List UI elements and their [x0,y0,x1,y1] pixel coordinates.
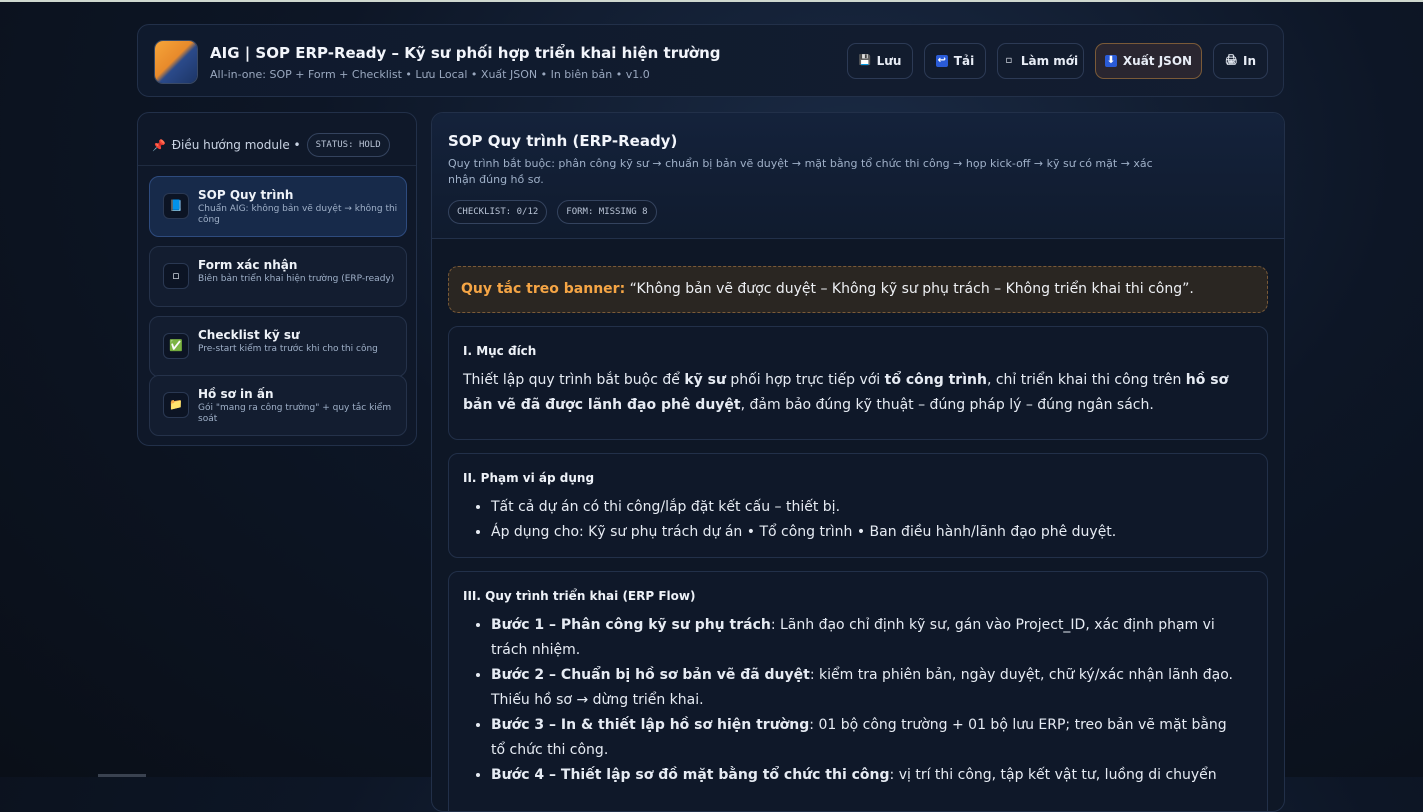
section-erp-flow: III. Quy trình triển khai (ERP Flow) Bướ… [448,571,1268,811]
section-purpose: I. Mục đích Thiết lập quy trình bắt buộc… [448,326,1268,440]
text-run-bold: kỹ sư [684,372,726,388]
step-label: Bước 3 – In & thiết lập hồ sơ hiện trườn… [491,717,810,733]
step-label: Bước 2 – Chuẩn bị hồ sơ bản vẽ đã duyệt [491,667,810,683]
app-header: AIG | SOP ERP-Ready – Kỹ sư phối hợp tri… [137,24,1284,97]
section-scope: II. Phạm vi áp dụng Tất cả dự án có thi … [448,453,1268,558]
save-button-label: Lưu [876,54,902,68]
sidebar-item-title: Form xác nhận [198,258,298,272]
banner-text: “Không bản vẽ được duyệt – Không kỹ sư p… [625,281,1194,297]
print-button[interactable]: 🖨 In [1213,43,1268,79]
sidebar-divider [138,165,416,166]
app-logo [155,41,197,83]
banner-label: Quy tắc treo banner: [461,281,626,297]
sidebar-item-checklist[interactable]: ✅ Checklist kỹ sư Pre-start kiểm tra trư… [149,316,407,377]
section-title: II. Phạm vi áp dụng [463,471,595,485]
sidebar-item-form[interactable]: ▫ Form xác nhận Biên bản triển khai hiện… [149,246,407,307]
banner-rule: Quy tắc treo banner: “Không bản vẽ được … [448,266,1268,313]
list-item: Bước 3 – In & thiết lập hồ sơ hiện trườn… [491,713,1241,763]
load-button[interactable]: ↩ Tải [924,43,986,79]
list-item: Bước 1 – Phân công kỹ sư phụ trách: Lãnh… [491,613,1241,663]
download-icon: ⬇ [1104,55,1117,67]
load-button-label: Tải [953,54,975,68]
refresh-button[interactable]: ▫ Làm mới [997,43,1084,79]
main-header: SOP Quy trình (ERP-Ready) Quy trình bắt … [432,113,1284,239]
sidebar-item-title: Checklist kỹ sư [198,328,300,342]
steps-list: Bước 1 – Phân công kỹ sư phụ trách: Lãnh… [449,613,1241,788]
sidebar-item-title: Hồ sơ in ấn [198,387,274,401]
app-subtitle: All-in-one: SOP + Form + Checklist • Lưu… [210,68,650,81]
sidebar-item-print-docs[interactable]: 📁 Hồ sơ in ấn Gói "mang ra công trường" … [149,375,407,436]
export-json-button[interactable]: ⬇ Xuất JSON [1095,43,1202,79]
page-description: Quy trình bắt buộc: phân công kỹ sư → ch… [448,157,1153,186]
text-run: , chỉ triển khai thi công trên [986,372,1186,388]
step-label: Bước 1 – Phân công kỹ sư phụ trách [491,617,771,633]
text-run: Thiết lập quy trình bắt buộc để [463,372,685,388]
pin-icon: 📌 [152,138,166,152]
window-top-edge [0,0,1423,2]
sidebar-item-desc: Chuẩn AIG: không bản vẽ duyệt → không th… [198,204,398,225]
sidebar-item-title: SOP Quy trình [198,188,294,202]
section-body: Thiết lập quy trình bắt buộc để kỹ sư ph… [463,368,1253,418]
checkmark-icon: ✅ [163,333,189,359]
app-title: AIG | SOP ERP-Ready – Kỹ sư phối hợp tri… [210,44,721,62]
printer-icon: 🖨 [1224,55,1238,66]
text-run: phối hợp trực tiếp với [725,372,885,388]
list-item: Tất cả dự án có thi công/lắp đặt kết cấu… [491,495,1241,520]
progress-badges: CHECKLIST: 0/12 FORM: MISSING 8 [448,200,657,224]
sidebar-item-sop[interactable]: 📘 SOP Quy trình Chuẩn AIG: không bản vẽ … [149,176,407,237]
sidebar-item-desc: Gói "mang ra công trường" + quy tắc kiểm… [198,403,392,424]
refresh-button-label: Làm mới [1020,54,1079,68]
checklist-badge: CHECKLIST: 0/12 [448,200,548,224]
status-badge: STATUS: HOLD [306,133,390,157]
load-icon: ↩ [935,55,948,67]
section-title: III. Quy trình triển khai (ERP Flow) [463,589,696,603]
save-icon: 💾 [858,55,872,66]
page-title: SOP Quy trình (ERP-Ready) [448,132,678,150]
export-json-button-label: Xuất JSON [1122,54,1193,68]
module-sidebar: 📌 Điều hướng module • STATUS: HOLD 📘 SOP… [137,112,417,446]
sidebar-item-desc: Biên bản triển khai hiện trường (ERP-rea… [198,274,395,284]
step-label: Bước 4 – Thiết lập sơ đồ mặt bằng tổ chứ… [491,767,890,783]
main-panel: SOP Quy trình (ERP-Ready) Quy trình bắt … [431,112,1285,812]
book-icon: 📘 [163,193,189,219]
scope-list: Tất cả dự án có thi công/lắp đặt kết cấu… [449,495,1241,545]
step-text: : vị trí thi công, tập kết vật tư, luồng… [889,767,1217,783]
sidebar-heading-label: Điều hướng module • [171,138,301,152]
save-button[interactable]: 💾 Lưu [847,43,913,79]
print-button-label: In [1242,54,1256,68]
text-run: , đảm bảo đúng kỹ thuật – đúng pháp lý –… [740,397,1154,413]
form-badge: FORM: MISSING 8 [557,200,657,224]
folder-icon: 📁 [163,392,189,418]
list-item: Bước 4 – Thiết lập sơ đồ mặt bằng tổ chứ… [491,763,1241,788]
form-icon: ▫ [163,263,189,289]
sidebar-heading: 📌 Điều hướng module • STATUS: HOLD [152,133,390,157]
list-item: Bước 2 – Chuẩn bị hồ sơ bản vẽ đã duyệt:… [491,663,1241,713]
refresh-icon: ▫ [1005,55,1013,66]
text-run-bold: tổ công trình [884,372,987,388]
list-item: Áp dụng cho: Kỹ sư phụ trách dự án • Tổ … [491,520,1241,545]
sidebar-item-desc: Pre-start kiểm tra trước khi cho thi côn… [198,344,378,354]
section-title: I. Mục đích [463,344,537,358]
